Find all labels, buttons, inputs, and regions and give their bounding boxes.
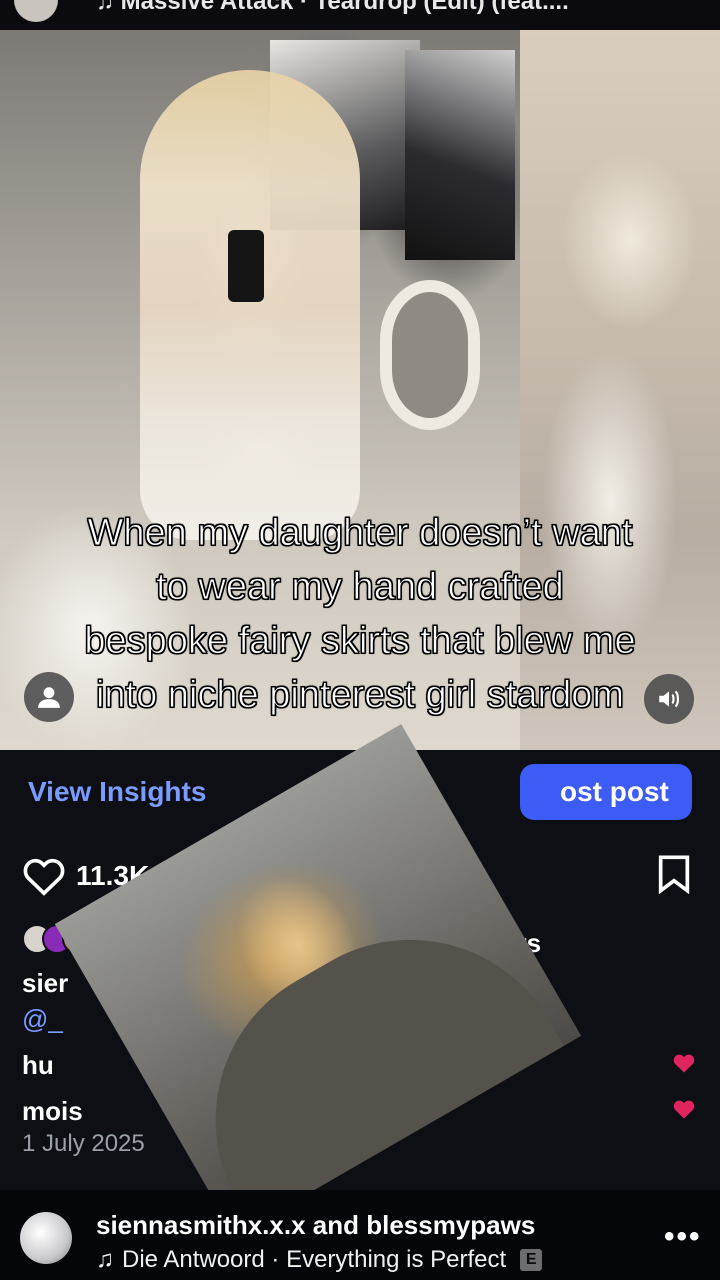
more-options-button[interactable]: ••• <box>664 1220 702 1254</box>
creator-names[interactable]: siennasmithx.x.x and blessmypaws <box>96 1210 535 1241</box>
view-insights-link[interactable]: View Insights <box>28 776 206 808</box>
ornate-mirror <box>380 280 480 430</box>
music-line[interactable]: ♫ Die Antwoord · Everything is Perfect E <box>96 1246 543 1274</box>
caption-mention[interactable]: @_ <box>22 1004 63 1035</box>
overlay-caption: When my daughter doesn’t want to wear my… <box>84 512 636 717</box>
volume-button[interactable] <box>644 674 694 724</box>
phone-in-hand <box>228 230 264 302</box>
top-music-strip: ♫ Massive Attack · Teardrop (Edit) (feat… <box>0 0 720 30</box>
heart-filled-icon[interactable] <box>672 1052 696 1074</box>
music-note-icon: ♫ <box>96 1246 114 1273</box>
heart-filled-icon[interactable] <box>672 1098 696 1120</box>
poster-skull <box>405 50 515 260</box>
boost-post-label[interactable]: ost post <box>560 776 669 808</box>
speaker-icon <box>659 690 680 708</box>
caption-line: mois <box>22 1096 83 1126</box>
music-title: Die Antwoord · Everything is Perfect <box>122 1246 507 1273</box>
creator-avatar[interactable] <box>20 1212 72 1264</box>
person-icon <box>38 687 60 708</box>
profile-button[interactable] <box>24 672 74 722</box>
heart-outline-icon[interactable] <box>22 856 66 896</box>
top-song-label: ♫ Massive Attack · Teardrop (Edit) (feat… <box>96 0 569 15</box>
bookmark-icon <box>658 855 690 895</box>
explicit-badge: E <box>520 1249 543 1271</box>
top-avatar[interactable] <box>14 0 58 22</box>
caption-username[interactable]: sier <box>22 968 68 999</box>
caption-line: hu <box>22 1050 54 1080</box>
save-button[interactable] <box>656 854 692 899</box>
person-figure <box>140 70 360 540</box>
post-date: 1 July 2025 <box>22 1130 145 1157</box>
bottom-bar: siennasmithx.x.x and blessmypaws ♫ Die A… <box>0 1190 720 1280</box>
